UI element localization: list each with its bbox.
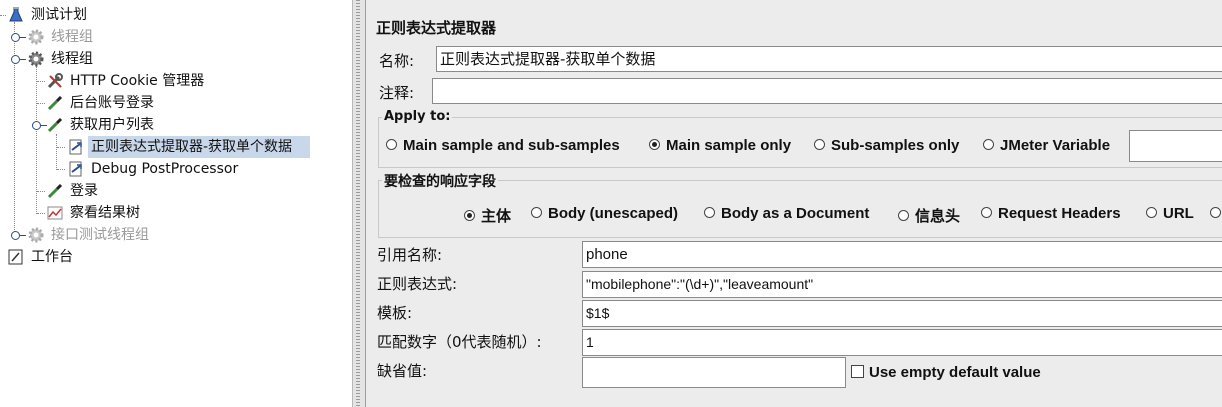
pipette-icon <box>47 117 63 133</box>
tree-connector <box>56 134 57 170</box>
tree-connector <box>57 169 65 170</box>
tree-connector <box>0 15 6 16</box>
radio-label: Main sample only <box>666 137 792 154</box>
name-input[interactable]: 正则表达式提取器-获取单个数据 <box>436 46 1222 72</box>
thread-group-gear-icon <box>28 29 44 45</box>
comment-label: 注释: <box>379 84 415 102</box>
panel-title: 正则表达式提取器 <box>376 19 497 37</box>
radio-request-headers[interactable]: Request Headers <box>981 205 1121 222</box>
wrench-icon <box>47 73 63 89</box>
radio-label: Body (unescaped) <box>548 205 679 222</box>
tree-item-label: 登录 <box>70 183 98 199</box>
radio-button-selected-icon <box>464 210 475 221</box>
apply-to-title: Apply to: <box>382 109 453 124</box>
tree-item-label: 接口测试线程组 <box>51 227 149 243</box>
tree-item-label: 工作台 <box>31 249 73 265</box>
tree-connector <box>37 213 45 214</box>
chart-icon <box>47 205 63 221</box>
radio-button-icon <box>981 207 992 218</box>
radio-button-selected-icon <box>649 139 660 150</box>
regex-input[interactable]: "mobilephone":"(\d+)","leaveamount" <box>582 271 1222 298</box>
radio-more-truncated[interactable] <box>1210 205 1222 222</box>
radio-main-and-sub-samples[interactable]: Main sample and sub-samples <box>386 137 620 154</box>
checkbox-unchecked-icon <box>851 365 864 378</box>
radio-url[interactable]: URL <box>1146 205 1194 222</box>
radio-body[interactable]: 主体 <box>464 205 511 226</box>
radio-button-icon <box>1210 207 1221 218</box>
jmeter-variable-input[interactable] <box>1129 130 1222 162</box>
radio-button-icon <box>386 139 397 150</box>
split-pane-divider[interactable] <box>352 0 366 407</box>
radio-button-icon <box>814 139 825 150</box>
tree-item-label: 测试计划 <box>31 7 87 23</box>
collapse-toggle[interactable] <box>11 55 26 64</box>
tree-connector <box>37 191 45 192</box>
pipette-icon <box>47 95 63 111</box>
post-processor-icon <box>68 161 84 177</box>
field-to-check-title: 要检查的响应字段 <box>382 171 498 191</box>
use-empty-default-checkbox[interactable]: Use empty default value <box>851 364 1041 381</box>
radio-label: 信息头 <box>915 208 961 225</box>
match-number-label: 匹配数字（0代表随机）: <box>377 333 542 351</box>
tree-item-label: Debug PostProcessor <box>91 161 239 177</box>
radio-button-icon <box>704 207 715 218</box>
tree-item-label: 线程组 <box>51 51 93 67</box>
tree-item-label: 线程组 <box>51 29 93 45</box>
test-plan-tree[interactable]: 测试计划 线程组 线程组 HTTP Cookie 管理器 后台账号登录 获取用户… <box>0 0 352 407</box>
radio-label: Request Headers <box>998 205 1121 222</box>
tree-item-label: 察看结果树 <box>70 205 140 221</box>
radio-body-unescaped[interactable]: Body (unescaped) <box>531 205 678 222</box>
tree-item-label: HTTP Cookie 管理器 <box>70 73 205 89</box>
tree-connector <box>57 147 65 148</box>
expand-toggle[interactable] <box>11 33 26 42</box>
test-plan-icon <box>8 7 24 23</box>
checkbox-label: Use empty default value <box>869 364 1041 381</box>
radio-button-icon <box>1146 207 1157 218</box>
match-number-input[interactable]: 1 <box>582 329 1222 356</box>
expand-toggle[interactable] <box>11 231 26 240</box>
tree-connector <box>37 81 45 82</box>
radio-button-icon <box>898 210 909 221</box>
tree-item-label: 正则表达式提取器-获取单个数据 <box>91 139 293 155</box>
radio-label: 主体 <box>481 208 512 225</box>
regex-extractor-panel: 正则表达式提取器 名称: 正则表达式提取器-获取单个数据 注释: Apply t… <box>366 0 1222 407</box>
divider-grip <box>356 0 360 407</box>
template-label: 模板: <box>377 304 413 322</box>
tree-connector <box>37 103 45 104</box>
post-processor-icon <box>68 139 84 155</box>
pipette-icon <box>47 183 63 199</box>
thread-group-gear-icon <box>28 227 44 243</box>
radio-button-icon <box>983 139 994 150</box>
radio-label: Main sample and sub-samples <box>403 137 620 154</box>
tree-item-label: 获取用户列表 <box>70 117 154 133</box>
collapse-toggle[interactable] <box>32 121 47 130</box>
radio-label: URL <box>1163 205 1194 222</box>
radio-label: Sub-samples only <box>831 137 960 154</box>
radio-body-as-document[interactable]: Body as a Document <box>704 205 869 222</box>
radio-jmeter-variable[interactable]: JMeter Variable <box>983 137 1110 154</box>
thread-group-gear-icon <box>28 51 44 67</box>
ref-name-input[interactable]: phone <box>582 241 1222 268</box>
radio-label: Body as a Document <box>721 205 870 222</box>
tree-item-label: 后台账号登录 <box>70 95 154 111</box>
name-label: 名称: <box>379 52 415 70</box>
default-value-label: 缺省值: <box>377 362 428 380</box>
regex-label: 正则表达式: <box>377 275 458 293</box>
ref-name-label: 引用名称: <box>377 246 443 264</box>
radio-main-sample-only[interactable]: Main sample only <box>649 137 791 154</box>
template-input[interactable]: $1$ <box>582 300 1222 327</box>
radio-button-icon <box>531 207 542 218</box>
default-value-input[interactable] <box>582 357 846 388</box>
comment-input[interactable] <box>432 78 1222 104</box>
radio-sub-samples-only[interactable]: Sub-samples only <box>814 137 959 154</box>
radio-label: JMeter Variable <box>1000 137 1111 154</box>
workbench-icon <box>8 249 24 265</box>
radio-headers[interactable]: 信息头 <box>898 205 960 226</box>
